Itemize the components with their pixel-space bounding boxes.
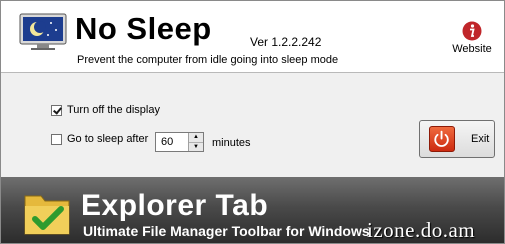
version-label: Ver 1.2.2.242 xyxy=(250,35,322,49)
website-label: Website xyxy=(452,43,492,55)
stepper-down-icon[interactable]: ▼ xyxy=(189,142,203,151)
ad-banner[interactable]: Explorer Tab Ultimate File Manager Toolb… xyxy=(1,177,504,243)
website-button[interactable]: Website xyxy=(450,21,494,61)
turn-off-display-option[interactable]: Turn off the display xyxy=(51,104,160,116)
sleep-after-label: Go to sleep after xyxy=(67,133,149,145)
banner-subtitle: Ultimate File Manager Toolbar for Window… xyxy=(83,223,370,239)
turn-off-display-checkbox[interactable] xyxy=(51,104,62,116)
minutes-value[interactable]: 60 xyxy=(156,133,188,151)
sleep-after-option[interactable]: Go to sleep after xyxy=(51,133,148,145)
minutes-stepper[interactable]: 60 ▲ ▼ xyxy=(155,132,204,152)
turn-off-display-label: Turn off the display xyxy=(67,104,160,116)
header: No Sleep Ver 1.2.2.242 Prevent the compu… xyxy=(1,1,504,73)
watermark-text: izone.do.am xyxy=(367,218,476,242)
stepper-up-icon[interactable]: ▲ xyxy=(189,133,203,143)
app-tagline: Prevent the computer from idle going int… xyxy=(77,54,339,66)
power-icon xyxy=(429,126,455,152)
exit-label: Exit xyxy=(471,133,490,145)
app-title: No Sleep xyxy=(75,11,212,46)
banner-title: Explorer Tab xyxy=(81,189,269,222)
folder-check-icon xyxy=(24,195,70,235)
info-icon xyxy=(462,21,482,41)
minutes-unit-label: minutes xyxy=(212,137,251,149)
sleep-after-checkbox[interactable] xyxy=(51,133,62,145)
moon-monitor-icon xyxy=(19,13,67,50)
exit-button[interactable]: Exit xyxy=(419,120,495,158)
app-window: No Sleep Ver 1.2.2.242 Prevent the compu… xyxy=(0,0,505,244)
stepper-arrows: ▲ ▼ xyxy=(188,133,203,151)
